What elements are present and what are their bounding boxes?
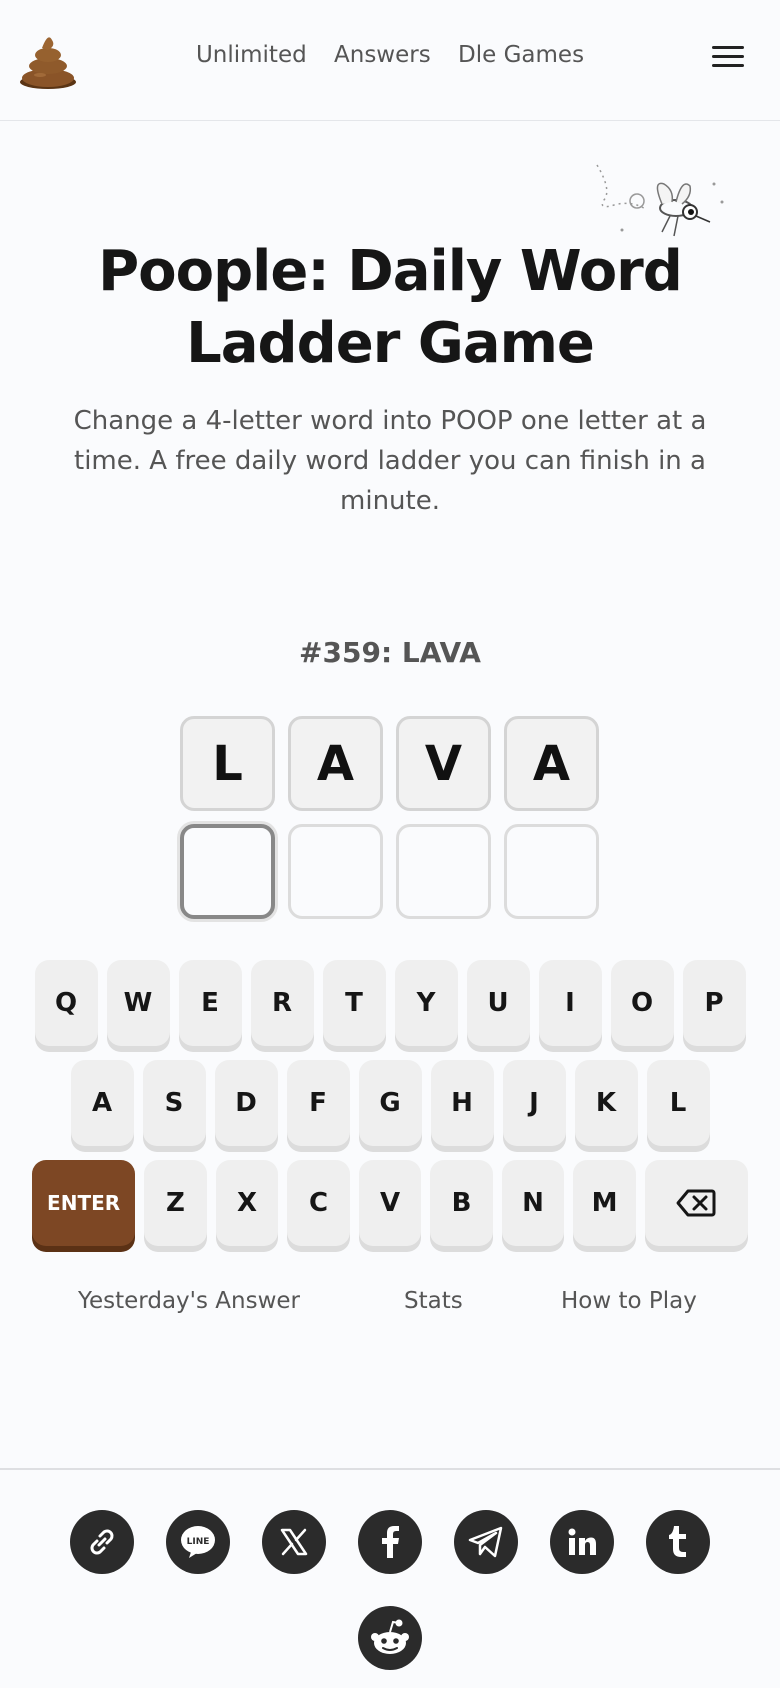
key-s[interactable]: S (142, 1060, 206, 1146)
key-t[interactable]: T (322, 960, 386, 1046)
key-m[interactable]: M (573, 1160, 636, 1246)
title-line-2: Ladder Game (186, 311, 595, 376)
key-i[interactable]: I (538, 960, 602, 1046)
key-r[interactable]: R (250, 960, 314, 1046)
key-e[interactable]: E (178, 960, 242, 1046)
share-tumblr-button[interactable] (646, 1510, 710, 1574)
backspace-button[interactable] (644, 1160, 749, 1246)
share-reddit-button[interactable] (358, 1606, 422, 1670)
hamburger-menu-icon[interactable] (712, 46, 744, 70)
key-q[interactable]: Q (34, 960, 98, 1046)
key-f[interactable]: F (286, 1060, 350, 1146)
share-telegram-button[interactable] (454, 1510, 518, 1574)
key-j[interactable]: J (502, 1060, 566, 1146)
key-c[interactable]: C (287, 1160, 350, 1246)
main-nav: Unlimited Answers Dle Games (0, 42, 780, 68)
nav-dle-games[interactable]: Dle Games (458, 42, 584, 68)
share-footer: LINE (0, 1468, 780, 1688)
start-tile: V (396, 716, 491, 811)
key-d[interactable]: D (214, 1060, 278, 1146)
start-tile: L (180, 716, 275, 811)
key-p[interactable]: P (682, 960, 746, 1046)
page-title: Poople: Daily Word Ladder Game (0, 236, 780, 380)
guess-tile[interactable] (288, 824, 383, 919)
enter-button[interactable]: ENTER (32, 1160, 136, 1246)
key-h[interactable]: H (430, 1060, 494, 1146)
reddit-icon (371, 1619, 409, 1654)
key-y[interactable]: Y (394, 960, 458, 1046)
key-u[interactable]: U (466, 960, 530, 1046)
facebook-icon (382, 1526, 399, 1558)
key-g[interactable]: G (358, 1060, 422, 1146)
backspace-icon (676, 1189, 716, 1217)
puzzle-label: #359: LAVA (299, 636, 481, 669)
telegram-icon (468, 1526, 503, 1558)
stats-link[interactable]: Stats (404, 1288, 463, 1314)
key-k[interactable]: K (574, 1060, 638, 1146)
share-link-button[interactable] (70, 1510, 134, 1574)
site-header: Unlimited Answers Dle Games (0, 0, 780, 121)
key-n[interactable]: N (501, 1160, 565, 1246)
how-to-play-link[interactable]: How to Play (561, 1288, 697, 1314)
key-l[interactable]: L (646, 1060, 710, 1146)
keyboard-row-3: ENTER Z X C V B N M (32, 1160, 749, 1246)
tumblr-icon (669, 1526, 686, 1557)
key-b[interactable]: B (430, 1160, 493, 1246)
key-o[interactable]: O (610, 960, 674, 1046)
guess-tile[interactable] (396, 824, 491, 919)
key-a[interactable]: A (70, 1060, 134, 1146)
start-word-row: L A V A (180, 716, 599, 811)
nav-unlimited[interactable]: Unlimited (196, 42, 307, 68)
svg-text:LINE: LINE (187, 1537, 210, 1547)
x-icon (280, 1528, 308, 1556)
start-tile: A (288, 716, 383, 811)
nav-answers[interactable]: Answers (334, 42, 431, 68)
keyboard-row-2: A S D F G H J K L (32, 1060, 748, 1146)
keyboard-row-1: Q W E R T Y U I O P (32, 960, 748, 1046)
key-v[interactable]: V (358, 1160, 422, 1246)
key-w[interactable]: W (106, 960, 170, 1046)
share-facebook-button[interactable] (358, 1510, 422, 1574)
linkedin-icon (568, 1528, 596, 1555)
start-tile: A (504, 716, 599, 811)
link-icon (90, 1529, 114, 1555)
guess-tile-active[interactable] (180, 824, 275, 919)
key-z[interactable]: Z (144, 1160, 207, 1246)
guess-tile[interactable] (504, 824, 599, 919)
word-ladder-grid: L A V A (180, 716, 599, 932)
line-icon: LINE (181, 1526, 215, 1558)
page-subtitle: Change a 4-letter word into POOP one let… (73, 406, 707, 516)
share-x-button[interactable] (262, 1510, 326, 1574)
key-x[interactable]: X (215, 1160, 279, 1246)
share-linkedin-button[interactable] (550, 1510, 614, 1574)
yesterdays-answer-link[interactable]: Yesterday's Answer (78, 1288, 300, 1314)
title-line-1: Poople: Daily Word (98, 239, 683, 304)
share-line-button[interactable]: LINE (166, 1510, 230, 1574)
guess-row (180, 824, 599, 919)
on-screen-keyboard: Q W E R T Y U I O P A S D F G H J K L EN… (32, 960, 749, 1260)
